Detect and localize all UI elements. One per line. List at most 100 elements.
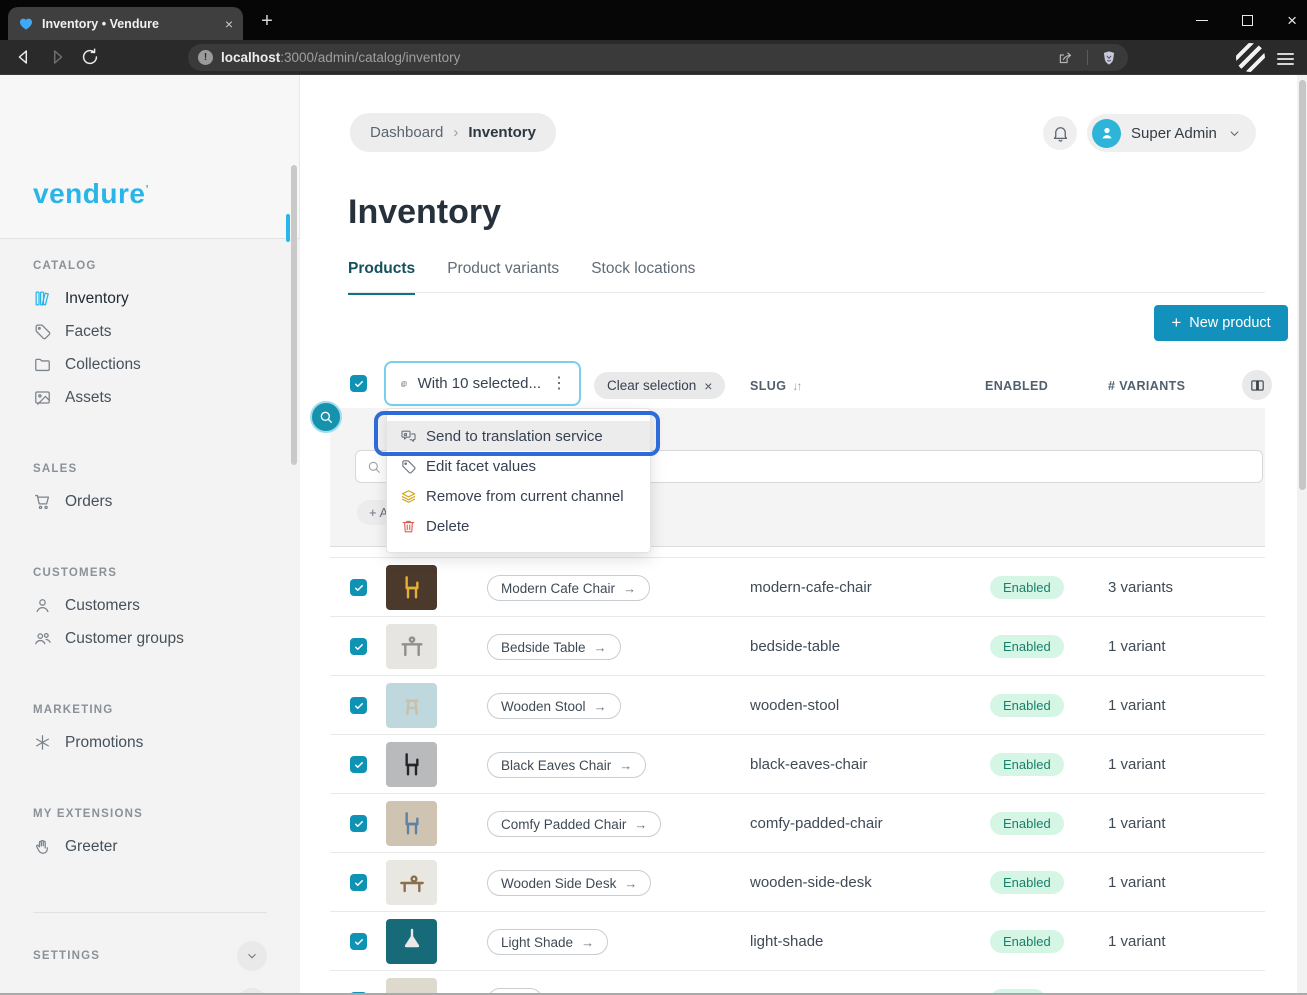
sidebar-item-settings[interactable]: SETTINGS — [33, 939, 267, 972]
status-badge: Enabled — [990, 812, 1064, 835]
product-slug: wooden-side-desk — [750, 874, 872, 891]
browser-profile-avatar[interactable] — [1236, 43, 1265, 72]
maximize-icon[interactable] — [1242, 15, 1253, 26]
site-info-icon[interactable]: ! — [198, 50, 213, 65]
sidebar-item-customer-groups[interactable]: Customer groups — [0, 622, 300, 655]
product-thumbnail — [386, 801, 437, 846]
product-name-link-modern-cafe-chair[interactable]: Modern Cafe Chair → — [487, 575, 650, 601]
row-checkbox[interactable] — [350, 756, 367, 773]
tab-product-variants[interactable]: Product variants — [447, 260, 559, 295]
back-icon[interactable] — [13, 46, 35, 68]
sidebar-item-greeter[interactable]: Greeter — [0, 830, 300, 863]
variant-count: 1 variant — [1108, 815, 1166, 832]
column-header-slug[interactable]: SLUG↓↑ — [750, 379, 800, 393]
plus-icon: + — [1171, 313, 1181, 333]
variant-count: 3 variants — [1108, 579, 1173, 596]
user-menu[interactable]: Super Admin — [1087, 114, 1256, 152]
table-row[interactable]: Modern Cafe Chair → modern-cafe-chair En… — [330, 557, 1265, 616]
row-checkbox[interactable] — [350, 874, 367, 891]
reload-icon[interactable] — [79, 46, 101, 68]
vendure-logo: vendure’ — [33, 178, 149, 210]
books-icon — [33, 289, 52, 308]
share-icon[interactable] — [1057, 49, 1075, 67]
product-name-link-bedside-table[interactable]: Bedside Table → — [487, 634, 621, 660]
product-name-link-comfy-padded-chair[interactable]: Comfy Padded Chair → — [487, 811, 661, 837]
product-name-link-light-shade[interactable]: Light Shade → — [487, 929, 608, 955]
row-checkbox[interactable] — [350, 933, 367, 950]
cart-icon — [33, 492, 52, 511]
product-name-link[interactable]: → — [487, 988, 543, 995]
vendure-favicon-icon — [18, 16, 34, 32]
arrow-right-icon: → — [581, 935, 594, 950]
browser-menu-icon[interactable] — [1277, 50, 1294, 68]
browser-tab-strip: Inventory • Vendure × + × — [0, 0, 1307, 40]
layers-icon — [400, 488, 417, 505]
url-bar[interactable]: ! localhost:3000/admin/catalog/inventory — [188, 44, 1128, 71]
bell-icon — [1051, 124, 1070, 143]
select-all-checkbox[interactable] — [350, 375, 367, 392]
table-row[interactable]: Comfy Padded Chair → comfy-padded-chair … — [330, 793, 1265, 852]
sidebar-item-inventory[interactable]: Inventory — [0, 282, 300, 315]
chevron-down-icon[interactable] — [237, 941, 267, 971]
page-scrollbar-thumb[interactable] — [1299, 80, 1306, 490]
trash-icon — [400, 518, 417, 535]
tab-title: Inventory • Vendure — [42, 17, 217, 31]
tab-products[interactable]: Products — [348, 260, 415, 295]
row-checkbox[interactable] — [350, 579, 367, 596]
sidebar-item-collections[interactable]: Collections — [0, 348, 300, 381]
brave-shields-icon[interactable] — [1100, 49, 1118, 67]
minimize-icon[interactable] — [1196, 20, 1208, 21]
sidebar-item-assets[interactable]: Assets — [0, 381, 300, 414]
tab-close-icon[interactable]: × — [225, 17, 233, 31]
status-badge: Enabled — [990, 694, 1064, 717]
sidebar-section-label: CUSTOMERS — [33, 567, 300, 579]
row-checkbox[interactable] — [350, 638, 367, 655]
menu-item-edit-facet-values[interactable]: Edit facet values — [387, 451, 650, 481]
sidebar-scrollbar[interactable] — [291, 165, 297, 465]
menu-item-send-to-translation-service[interactable]: Send to translation service — [387, 421, 650, 451]
notifications-button[interactable] — [1043, 116, 1077, 150]
menu-item-delete[interactable]: Delete — [387, 511, 650, 541]
chevron-down-icon[interactable] — [237, 988, 267, 995]
user-name: Super Admin — [1131, 125, 1217, 142]
product-name-link-black-eaves-chair[interactable]: Black Eaves Chair → — [487, 752, 646, 778]
column-settings-button[interactable] — [1242, 370, 1272, 400]
kebab-icon[interactable]: ⋮ — [551, 380, 567, 387]
sidebar-item-customers[interactable]: Customers — [0, 589, 300, 622]
arrow-right-icon: → — [634, 817, 647, 832]
sidebar-item-system[interactable]: SYSTEM — [33, 986, 267, 995]
new-product-button[interactable]: + New product — [1154, 305, 1288, 341]
bulk-actions-button[interactable]: With 10 selected... ⋮ — [384, 361, 581, 406]
product-thumbnail — [386, 624, 437, 669]
product-table: Modern Cafe Chair → modern-cafe-chair En… — [330, 557, 1265, 995]
product-slug: wooden-stool — [750, 697, 839, 714]
forward-icon[interactable] — [46, 46, 68, 68]
variant-count: 1 variant — [1108, 756, 1166, 773]
row-checkbox[interactable] — [350, 815, 367, 832]
table-row[interactable]: → — [330, 970, 1265, 995]
sidebar-item-orders[interactable]: Orders — [0, 485, 300, 518]
variant-count: 1 variant — [1108, 874, 1166, 891]
product-name-link-wooden-stool[interactable]: Wooden Stool → — [487, 693, 621, 719]
menu-item-remove-from-current-channel[interactable]: Remove from current channel — [387, 481, 650, 511]
browser-tab[interactable]: Inventory • Vendure × — [8, 7, 243, 40]
sidebar-item-promotions[interactable]: Promotions — [0, 726, 300, 759]
table-row[interactable]: Black Eaves Chair → black-eaves-chair En… — [330, 734, 1265, 793]
tab-stock-locations[interactable]: Stock locations — [591, 260, 695, 295]
product-thumbnail — [386, 860, 437, 905]
table-row[interactable]: Bedside Table → bedside-table Enabled 1 … — [330, 616, 1265, 675]
sidebar-divider — [33, 912, 267, 913]
product-thumbnail — [386, 683, 437, 728]
table-row[interactable]: Wooden Stool → wooden-stool Enabled 1 va… — [330, 675, 1265, 734]
table-row[interactable]: Wooden Side Desk → wooden-side-desk Enab… — [330, 852, 1265, 911]
clear-selection-button[interactable]: Clear selection × — [594, 372, 725, 399]
tag-icon — [33, 322, 52, 341]
search-icon — [366, 459, 382, 475]
product-name-link-wooden-side-desk[interactable]: Wooden Side Desk → — [487, 870, 651, 896]
breadcrumb-dashboard[interactable]: Dashboard — [370, 124, 443, 141]
table-row[interactable]: Light Shade → light-shade Enabled 1 vari… — [330, 911, 1265, 970]
row-checkbox[interactable] — [350, 697, 367, 714]
close-icon[interactable]: × — [1287, 12, 1297, 29]
new-tab-button[interactable]: + — [255, 9, 279, 33]
sidebar-item-facets[interactable]: Facets — [0, 315, 300, 348]
